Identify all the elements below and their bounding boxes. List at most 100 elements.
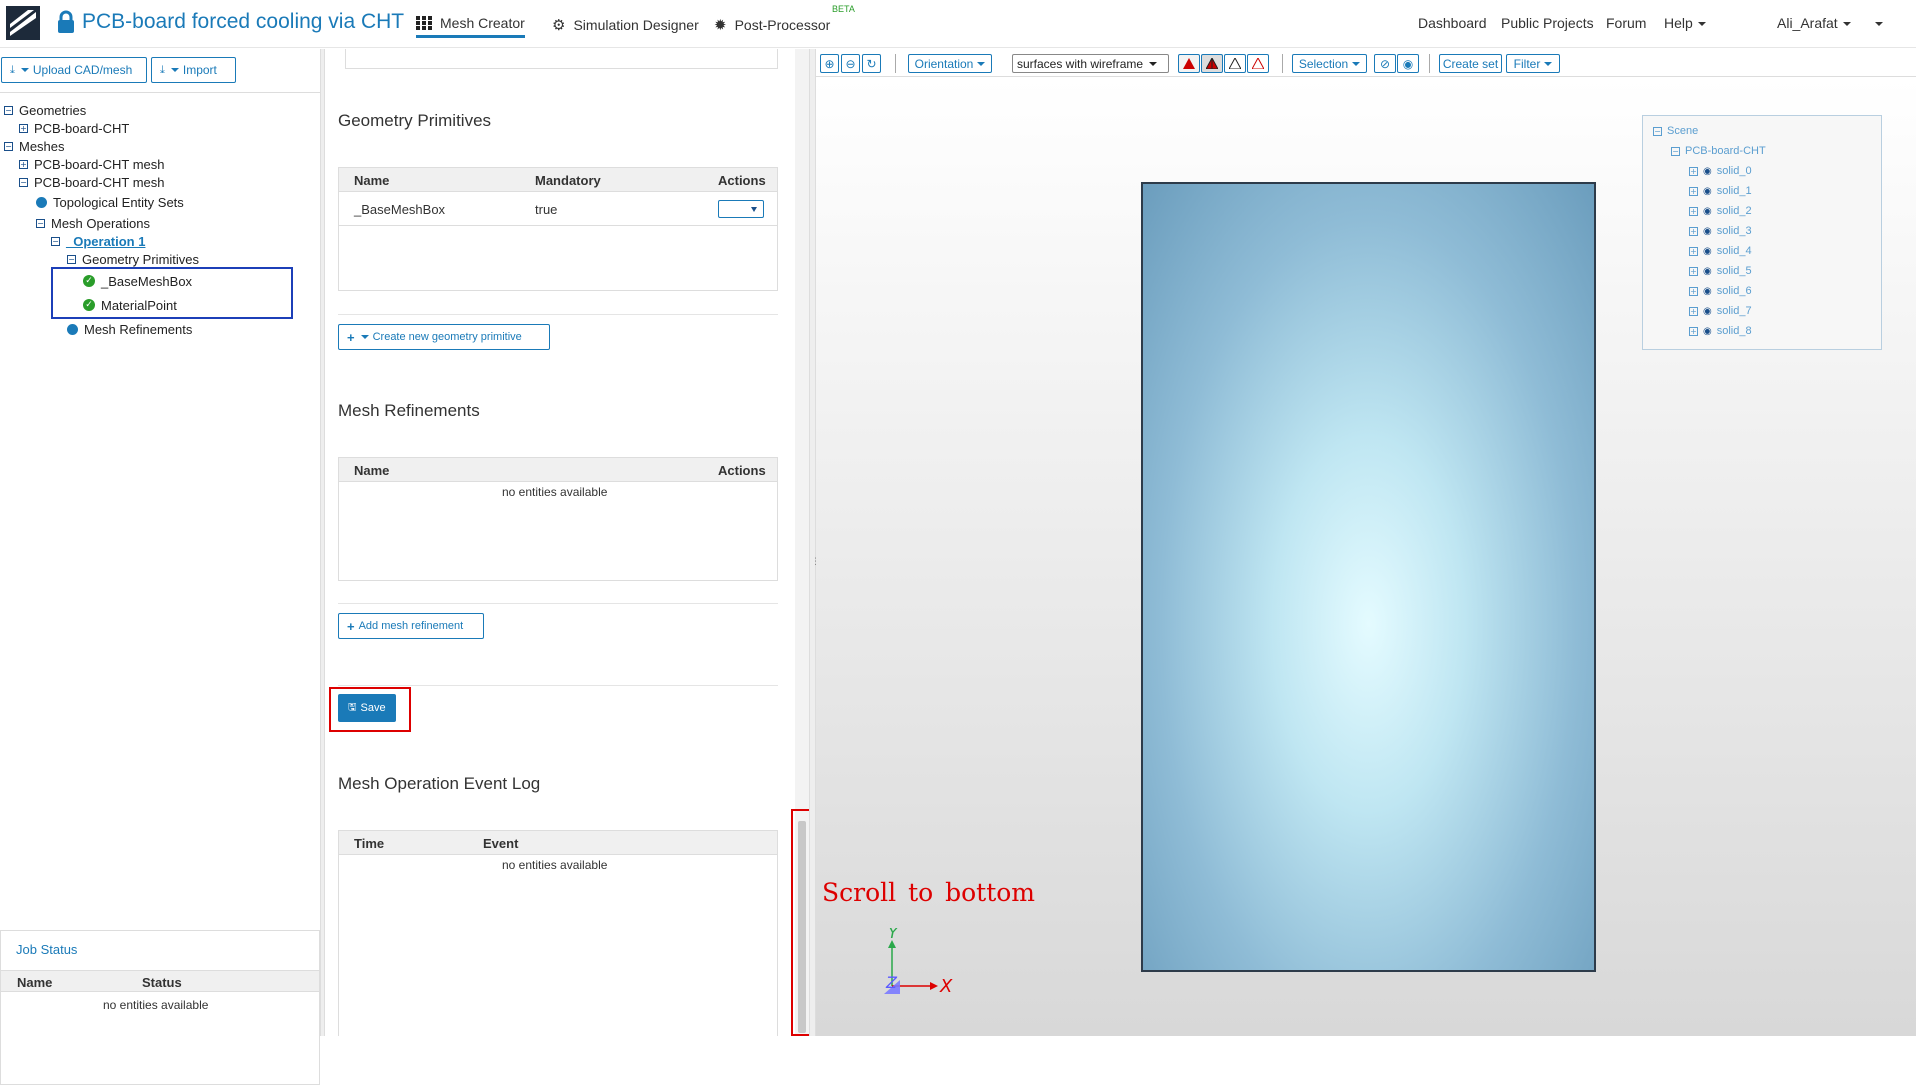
import-button[interactable]: ⤓ Import bbox=[151, 57, 236, 83]
col-time: Time bbox=[354, 836, 385, 851]
axis-x-label: X bbox=[939, 976, 953, 997]
tree-geometries[interactable]: − Geometries bbox=[4, 102, 86, 118]
add-mesh-refinement-button[interactable]: + Add mesh refinement bbox=[338, 613, 484, 639]
reset-view-icon[interactable]: ↻ bbox=[862, 54, 881, 73]
collapse-icon[interactable]: − bbox=[19, 177, 28, 187]
scene-solid[interactable]: + ◉ solid_0 bbox=[1689, 165, 1752, 177]
expand-icon[interactable]: + bbox=[1689, 266, 1698, 276]
user-menu[interactable]: Ali_Arafat bbox=[1777, 15, 1851, 31]
tree-mesh-refinements[interactable]: Mesh Refinements bbox=[67, 321, 192, 337]
eye-icon[interactable]: ◉ bbox=[1703, 326, 1712, 337]
collapse-icon[interactable]: − bbox=[67, 254, 76, 264]
tree-geometry-primitives[interactable]: − Geometry Primitives bbox=[67, 251, 199, 267]
table-row[interactable]: _BaseMeshBox true bbox=[339, 192, 777, 226]
solid-label: solid_0 bbox=[1716, 165, 1752, 177]
nav-dashboard[interactable]: Dashboard bbox=[1418, 15, 1487, 31]
tree-geometry-item[interactable]: + PCB-board-CHT bbox=[19, 120, 129, 136]
tab-label: Mesh Creator bbox=[440, 14, 525, 31]
tab-mesh-creator[interactable]: Mesh Creator bbox=[416, 12, 525, 38]
scene-solid[interactable]: + ◉ solid_1 bbox=[1689, 185, 1752, 197]
hide-icon[interactable]: ⊘ bbox=[1374, 54, 1396, 73]
orientation-button[interactable]: Orientation bbox=[908, 54, 992, 73]
solid-label: solid_6 bbox=[1716, 285, 1752, 297]
collapse-icon[interactable]: − bbox=[1671, 146, 1680, 156]
pcb-board-model[interactable] bbox=[1141, 182, 1596, 972]
scene-solid[interactable]: + ◉ solid_4 bbox=[1689, 245, 1752, 257]
collapse-icon[interactable]: − bbox=[1653, 126, 1662, 136]
eye-icon[interactable]: ◉ bbox=[1703, 166, 1712, 177]
expand-icon[interactable]: + bbox=[1689, 246, 1698, 256]
upload-cad-button[interactable]: ⤓ Upload CAD/mesh bbox=[1, 57, 147, 83]
tree-label: Mesh Operations bbox=[51, 215, 150, 231]
surface-wireframe-icon[interactable] bbox=[1201, 54, 1223, 73]
simscale-logo-icon[interactable] bbox=[6, 6, 40, 40]
scene-object[interactable]: − PCB-board-CHT bbox=[1671, 145, 1766, 157]
scene-solid[interactable]: + ◉ solid_8 bbox=[1689, 325, 1752, 337]
eye-icon[interactable]: ◉ bbox=[1703, 206, 1712, 217]
filter-button[interactable]: Filter bbox=[1506, 54, 1560, 73]
solid-label: solid_8 bbox=[1716, 325, 1752, 337]
tab-post-processor[interactable]: ✹ Post-Processor bbox=[714, 12, 830, 38]
tab-simulation-designer[interactable]: ⚙ Simulation Designer bbox=[552, 12, 699, 38]
scene-solid[interactable]: + ◉ solid_7 bbox=[1689, 305, 1752, 317]
zoom-in-icon[interactable]: ⊕ bbox=[820, 54, 839, 73]
eye-icon[interactable]: ◉ bbox=[1703, 226, 1712, 237]
divider bbox=[0, 92, 320, 93]
render-mode-select[interactable]: surfaces with wireframe bbox=[1012, 54, 1169, 73]
expand-icon[interactable]: + bbox=[1689, 206, 1698, 216]
scene-solid[interactable]: + ◉ solid_3 bbox=[1689, 225, 1752, 237]
eye-icon[interactable]: ◉ bbox=[1703, 286, 1712, 297]
right-splitter[interactable]: ⋮ bbox=[809, 49, 820, 1036]
nav-forum[interactable]: Forum bbox=[1606, 15, 1646, 31]
table-header: Name Mandatory Actions bbox=[339, 168, 777, 192]
expand-icon[interactable]: + bbox=[1689, 286, 1698, 296]
scene-solid[interactable]: + ◉ solid_2 bbox=[1689, 205, 1752, 217]
import-icon: ⤓ bbox=[160, 63, 165, 76]
3d-viewport[interactable]: − Scene − PCB-board-CHT + ◉ solid_0 + ◉ solid_… bbox=[816, 78, 1916, 1036]
tree-mesh-operations[interactable]: − Mesh Operations bbox=[36, 215, 150, 231]
tree-meshes[interactable]: − Meshes bbox=[4, 138, 65, 154]
collapse-icon[interactable]: − bbox=[51, 236, 60, 246]
tree-operation-1[interactable]: − _Operation 1 bbox=[51, 233, 145, 249]
row-actions-dropdown[interactable] bbox=[718, 200, 764, 218]
expand-icon[interactable]: + bbox=[19, 159, 28, 169]
col-name: Name bbox=[354, 173, 390, 188]
scene-object-label: PCB-board-CHT bbox=[1685, 145, 1766, 157]
collapse-icon[interactable]: − bbox=[36, 218, 45, 228]
expand-icon[interactable]: + bbox=[1689, 186, 1698, 196]
job-status-title[interactable]: Job Status bbox=[16, 942, 77, 957]
tree-mesh-2[interactable]: − PCB-board-CHT mesh bbox=[19, 174, 165, 190]
tree-topo-sets[interactable]: Topological Entity Sets bbox=[36, 194, 184, 210]
eye-icon[interactable]: ◉ bbox=[1703, 246, 1712, 257]
separator bbox=[1429, 54, 1430, 73]
show-icon[interactable]: ◉ bbox=[1397, 54, 1419, 73]
eye-icon[interactable]: ◉ bbox=[1703, 306, 1712, 317]
filter-label: Filter bbox=[1513, 56, 1541, 71]
expand-icon[interactable]: + bbox=[1689, 166, 1698, 176]
expand-icon[interactable]: + bbox=[1689, 306, 1698, 316]
surface-shading-icon[interactable] bbox=[1178, 54, 1200, 73]
collapse-icon[interactable]: − bbox=[4, 141, 13, 151]
eye-icon[interactable]: ◉ bbox=[1703, 266, 1712, 277]
scene-solid[interactable]: + ◉ solid_6 bbox=[1689, 285, 1752, 297]
expand-icon[interactable]: + bbox=[19, 123, 28, 133]
expand-icon[interactable]: + bbox=[1689, 226, 1698, 236]
create-geometry-primitive-button[interactable]: + Create new geometry primitive bbox=[338, 324, 550, 350]
scene-root[interactable]: − Scene bbox=[1653, 125, 1698, 137]
table-header: Time Event bbox=[339, 831, 777, 855]
create-set-button[interactable]: Create set bbox=[1439, 54, 1502, 73]
extra-menu[interactable] bbox=[1870, 15, 1883, 31]
wireframe-icon[interactable] bbox=[1224, 54, 1246, 73]
feature-edges-icon[interactable] bbox=[1247, 54, 1269, 73]
collapse-icon[interactable]: − bbox=[4, 105, 13, 115]
nav-public-projects[interactable]: Public Projects bbox=[1501, 15, 1594, 31]
scene-solid[interactable]: + ◉ solid_5 bbox=[1689, 265, 1752, 277]
chevron-down-icon bbox=[1149, 61, 1158, 66]
render-mode-value: surfaces with wireframe bbox=[1017, 56, 1144, 71]
eye-icon[interactable]: ◉ bbox=[1703, 186, 1712, 197]
tree-mesh-1[interactable]: + PCB-board-CHT mesh bbox=[19, 156, 165, 172]
selection-button[interactable]: Selection bbox=[1292, 54, 1367, 73]
expand-icon[interactable]: + bbox=[1689, 326, 1698, 336]
zoom-out-icon[interactable]: ⊖ bbox=[841, 54, 860, 73]
nav-help[interactable]: Help bbox=[1664, 15, 1706, 31]
